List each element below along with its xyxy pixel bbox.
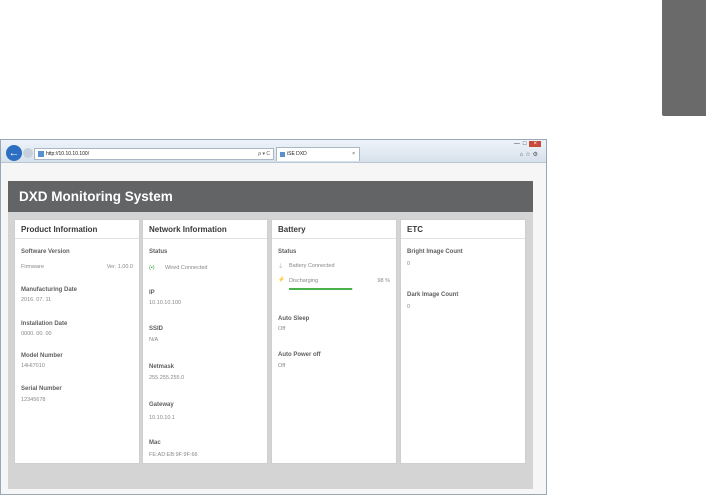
installation-date-label: Installation Date: [21, 321, 68, 327]
address-tools[interactable]: ρ ▾ C: [258, 149, 270, 159]
panel-title: Network Information: [143, 220, 267, 239]
battery-panel: Battery Status ⏚ Battery Connected ⚡ Dis…: [271, 219, 397, 464]
auto-sleep-value: Off: [278, 326, 286, 332]
auto-power-off-value: Off: [278, 363, 286, 369]
discharge-bolt-icon: ⚡: [278, 277, 285, 283]
wired-connection-icon: (•): [149, 265, 155, 271]
ssid-value: N/A: [149, 337, 159, 343]
network-status-value: Wired Connected: [165, 265, 208, 271]
ip-value: 10.10.10.100: [149, 300, 182, 306]
favicon-icon: [38, 151, 44, 157]
battery-level-fill: [289, 288, 352, 290]
software-version-label: Software Version: [21, 249, 70, 255]
tab-favicon-icon: [280, 152, 285, 157]
battery-connected-text: Battery Connected: [289, 263, 335, 269]
panel-title: Battery: [272, 220, 396, 239]
back-arrow-icon: ←: [8, 147, 20, 159]
gateway-value: 10.10.10.1: [149, 415, 175, 421]
serial-number-label: Serial Number: [21, 386, 62, 392]
ip-label: IP: [149, 290, 155, 296]
browser-tab[interactable]: iSE DXD ×: [276, 147, 360, 161]
address-bar[interactable]: http://10.10.10.100/ ρ ▾ C: [34, 148, 274, 160]
manufacturing-date-label: Manufacturing Date: [21, 287, 78, 293]
battery-status-label: Status: [278, 249, 297, 255]
dark-image-count-label: Dark Image Count: [407, 292, 459, 298]
browser-toolbar: ← http://10.10.10.100/ ρ ▾ C iSE DXD × —…: [1, 140, 546, 163]
network-status-label: Status: [149, 249, 168, 255]
product-information-panel: Product Information Software Version Fir…: [14, 219, 140, 464]
battery-percent: 98 %: [377, 278, 390, 284]
settings-gear-icon[interactable]: ⚙: [533, 152, 540, 158]
panel-title: Product Information: [15, 220, 139, 239]
dark-image-count-value: 0: [407, 304, 411, 310]
battery-plug-icon: ⏚: [278, 264, 284, 270]
firmware-label: Firmware: [21, 264, 44, 270]
back-button[interactable]: ←: [6, 145, 22, 161]
auto-power-off-label: Auto Power off: [278, 352, 321, 358]
model-number-label: Model Number: [21, 353, 63, 359]
firmware-value: Ver. 1.00.0: [106, 264, 133, 270]
netmask-value: 255.255.255.0: [149, 375, 185, 381]
auto-sleep-label: Auto Sleep: [278, 316, 310, 322]
bright-image-count-value: 0: [407, 261, 411, 267]
etc-panel: ETC Bright Image Count 0 Dark Image Coun…: [400, 219, 526, 464]
installation-date-value: 0000. 00. 00: [21, 331, 52, 337]
app-header: DXD Monitoring System: [8, 181, 533, 212]
bright-image-count-label: Bright Image Count: [407, 249, 463, 255]
window-controls: — □ ×: [511, 141, 541, 147]
panel-title: ETC: [401, 220, 525, 239]
model-number-value: 14HI7010: [21, 363, 45, 369]
minimize-icon[interactable]: —: [514, 141, 520, 147]
page-content: DXD Monitoring System Product Informatio…: [1, 163, 546, 494]
maximize-icon[interactable]: □: [523, 141, 527, 147]
serial-number-value: 12345678: [21, 397, 46, 403]
tab-title: iSE DXD: [287, 151, 307, 157]
netmask-label: Netmask: [149, 364, 175, 370]
panels-area: Product Information Software Version Fir…: [8, 212, 533, 489]
ssid-label: SSID: [149, 326, 164, 332]
browser-window: ← http://10.10.10.100/ ρ ▾ C iSE DXD × —…: [0, 139, 547, 495]
battery-level-bar: [289, 288, 353, 290]
mac-value: FE:AD:EB:9F:9F:66: [149, 452, 198, 458]
tab-close-icon[interactable]: ×: [352, 148, 355, 161]
close-window-icon[interactable]: ×: [529, 141, 541, 147]
battery-discharging-text: Discharging: [289, 278, 319, 284]
side-tab-marker: [662, 0, 706, 116]
network-information-panel: Network Information Status (•) Wired Con…: [142, 219, 268, 464]
browser-right-icons: ⌂☆⚙: [520, 151, 540, 158]
gateway-label: Gateway: [149, 402, 174, 408]
manufacturing-date-value: 2016. 07. 11: [21, 297, 52, 303]
forward-button[interactable]: [23, 148, 33, 158]
app-title: DXD Monitoring System: [19, 189, 173, 204]
address-url: http://10.10.10.100/: [46, 151, 90, 157]
favorites-icon[interactable]: ☆: [525, 152, 532, 158]
mac-label: Mac: [149, 440, 161, 446]
